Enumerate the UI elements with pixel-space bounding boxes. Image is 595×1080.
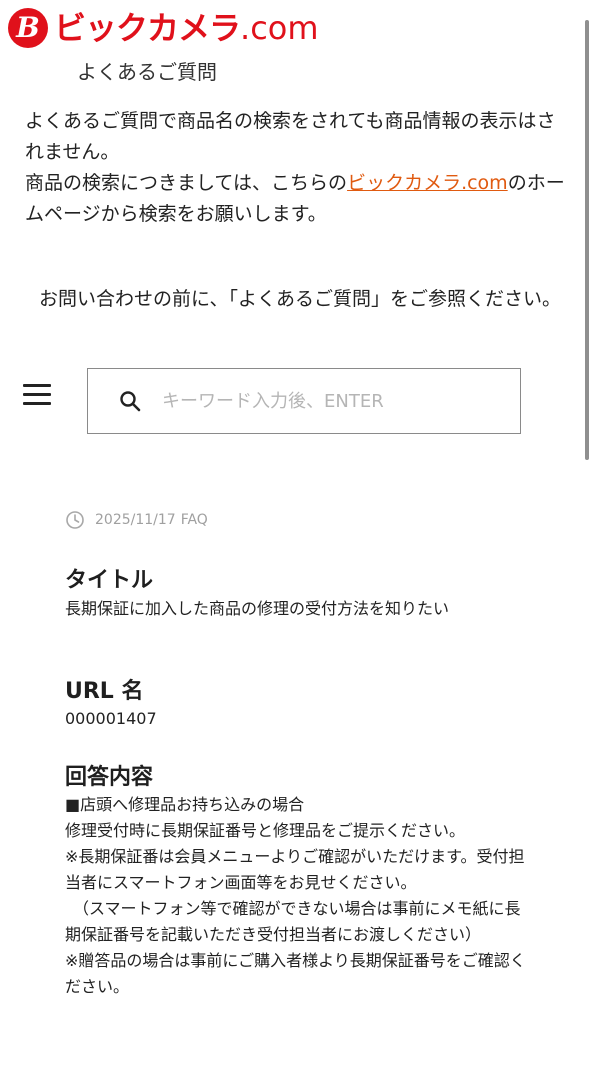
title-value: 長期保証に加入した商品の修理の受付方法を知りたい <box>65 599 450 618</box>
answer-content: ■店頭へ修理品お持ち込みの場合 修理受付時に長期保証番号と修理品をご提示ください… <box>65 792 530 1000</box>
answer-line: ■店頭へ修理品お持ち込みの場合 <box>65 795 305 814</box>
answer-line: 修理受付時に長期保証番号と修理品をご提示ください。 <box>65 821 466 840</box>
url-label: URL 名 <box>65 679 144 704</box>
site-logo[interactable]: B ビックカメラ.com <box>8 6 319 50</box>
search-notice: よくあるご質問で商品名の検索をされても商品情報の表示はされません。 商品の検索に… <box>25 106 565 230</box>
logo-text: ビックカメラ.com <box>54 8 319 48</box>
notice-line-2: 商品の検索につきましては、こちらのビックカメラ.comのホームページから検索をお… <box>25 168 565 230</box>
notice-prefix: 商品の検索につきましては、こちらの <box>25 172 348 194</box>
logo-brand: ビックカメラ <box>54 9 241 47</box>
search-input[interactable] <box>162 390 502 412</box>
search-icon <box>120 391 141 412</box>
answer-line: （スマートフォン等で確認ができない場合は事前にメモ紙に長期保証番号を記載いただき… <box>65 899 521 944</box>
logo-domain: .com <box>240 9 319 47</box>
biccamera-link[interactable]: ビックカメラ.com <box>347 172 508 194</box>
site-subtitle: よくあるご質問 <box>77 60 217 84</box>
search-box[interactable] <box>87 368 521 434</box>
answer-line: ※長期保証番は会員メニューよりご確認がいただけます。受付担当者にスマートフォン画… <box>65 847 525 892</box>
notice-line-1: よくあるご質問で商品名の検索をされても商品情報の表示はされません。 <box>25 110 556 163</box>
answer-line: ※贈答品の場合は事前にご購入者様より長期保証番号をご確認ください。 <box>65 951 526 996</box>
page-scrollbar[interactable] <box>585 20 589 460</box>
hamburger-menu-icon[interactable] <box>23 384 51 408</box>
title-label: タイトル <box>65 568 154 593</box>
clock-icon <box>66 511 84 529</box>
answer-label: 回答内容 <box>65 765 154 790</box>
article-category: FAQ <box>180 512 208 528</box>
article-meta: 2025/11/17 FAQ <box>65 510 208 530</box>
faq-prompt: お問い合わせの前に、「よくあるご質問」をご参照ください。 <box>39 288 561 310</box>
url-value: 000001407 <box>65 709 157 728</box>
logo-mark: B <box>8 8 48 48</box>
faq-page: B ビックカメラ.com よくあるご質問 よくあるご質問で商品名の検索をされても… <box>0 0 595 1080</box>
article-date: 2025/11/17 <box>95 512 176 528</box>
